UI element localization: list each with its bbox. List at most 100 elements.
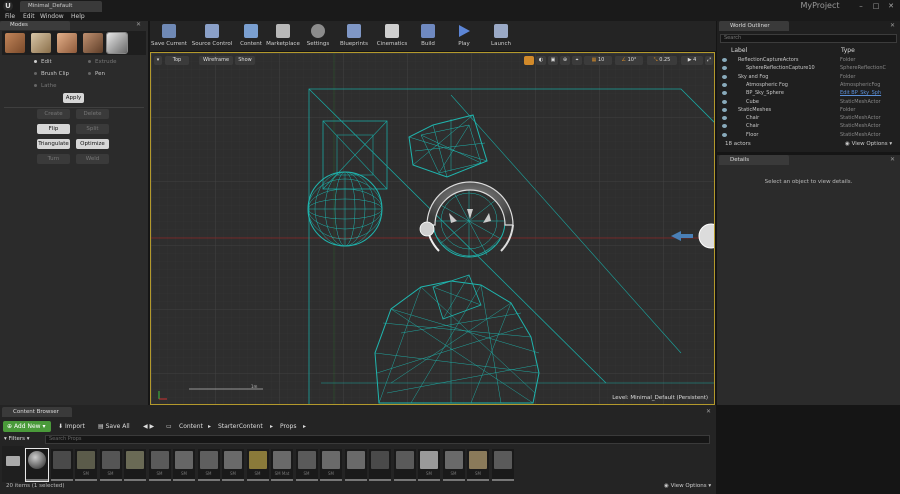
- asset-tile[interactable]: SM: [246, 449, 269, 481]
- menu-window[interactable]: Window: [40, 12, 64, 21]
- asset-search-input[interactable]: Search Props: [45, 435, 710, 444]
- triangulate-button[interactable]: Triangulate: [37, 139, 70, 149]
- asset-tile[interactable]: SM: [148, 449, 171, 481]
- world-outliner-tab[interactable]: World Outliner: [719, 21, 789, 31]
- level-document-tab[interactable]: Minimal_Default: [20, 1, 102, 12]
- world-local-icon[interactable]: ⊕: [560, 56, 570, 65]
- weld-button[interactable]: Weld: [76, 154, 109, 164]
- geometry-mode-icon[interactable]: [106, 32, 128, 54]
- foliage-mode-icon[interactable]: [83, 33, 103, 53]
- rotate-mode-icon[interactable]: ◐: [536, 56, 546, 65]
- asset-tile[interactable]: [50, 449, 73, 481]
- visibility-eye-icon[interactable]: [722, 91, 727, 96]
- filters-button[interactable]: ▾ Filters ▾: [4, 435, 44, 444]
- outliner-row[interactable]: Atmospheric Fog AtmosphericFog: [720, 81, 890, 89]
- outliner-row[interactable]: BP_Sky_Sphere Edit BP_Sky_Sph: [720, 89, 890, 97]
- breadcrumb-starter-content[interactable]: StarterContent: [218, 421, 263, 432]
- source-control-button[interactable]: Source Control: [189, 22, 235, 50]
- outliner-type-column[interactable]: Type: [841, 46, 855, 55]
- mode-option-extrude[interactable]: Extrude: [88, 58, 117, 66]
- optimize-button[interactable]: Optimize: [76, 139, 109, 149]
- actor-type[interactable]: Edit BP_Sky_Sph: [840, 89, 881, 97]
- maximize-button[interactable]: □: [870, 2, 882, 10]
- viewport-type-button[interactable]: Top: [165, 56, 189, 65]
- show-flags-button[interactable]: Show: [235, 56, 255, 65]
- rotation-snap-button[interactable]: ∠ 10°: [615, 56, 643, 65]
- add-new-button[interactable]: ⊕ Add New ▾: [3, 421, 51, 432]
- breadcrumb-props[interactable]: Props: [280, 421, 296, 432]
- outliner-row[interactable]: Cube StaticMeshActor: [720, 98, 890, 106]
- blueprints-button[interactable]: Blueprints: [337, 22, 371, 50]
- scale-snap-button[interactable]: ⤡ 0.25: [647, 56, 677, 65]
- apply-button[interactable]: Apply: [63, 93, 84, 103]
- mode-option-brush-clip[interactable]: Brush Clip: [34, 70, 69, 78]
- split-button[interactable]: Split: [76, 124, 109, 134]
- asset-tile[interactable]: SM: [442, 449, 465, 481]
- details-tab[interactable]: Details: [719, 155, 789, 165]
- outliner-row[interactable]: Sky and Fog Folder: [720, 73, 890, 81]
- save-all-button[interactable]: ▤ Save All: [98, 421, 130, 432]
- save-current-button[interactable]: Save Current: [150, 22, 188, 50]
- asset-tile[interactable]: [25, 448, 49, 482]
- camera-speed-button[interactable]: ▶ 4: [681, 56, 703, 65]
- visibility-eye-icon[interactable]: [722, 66, 727, 71]
- outliner-row[interactable]: Floor StaticMeshActor: [720, 131, 890, 139]
- minimize-button[interactable]: –: [855, 2, 867, 10]
- breadcrumb-content[interactable]: Content: [179, 421, 203, 432]
- visibility-eye-icon[interactable]: [722, 74, 727, 79]
- asset-tile[interactable]: SM: [222, 449, 244, 481]
- outliner-label-column[interactable]: Label: [731, 46, 747, 55]
- asset-tile[interactable]: SM: [197, 449, 220, 481]
- asset-tile[interactable]: SM: [418, 449, 440, 481]
- visibility-eye-icon[interactable]: [722, 99, 727, 104]
- details-close-icon[interactable]: ✕: [890, 156, 895, 163]
- mode-option-lathe[interactable]: Lathe: [34, 82, 56, 90]
- asset-tile[interactable]: [369, 449, 391, 481]
- content-browser-tab[interactable]: Content Browser: [2, 407, 72, 417]
- menu-help[interactable]: Help: [71, 12, 85, 21]
- visibility-eye-icon[interactable]: [722, 82, 727, 87]
- content-button[interactable]: Content: [238, 22, 264, 50]
- mode-option-edit[interactable]: Edit: [34, 58, 52, 66]
- create-button[interactable]: Create: [37, 109, 70, 119]
- view-mode-button[interactable]: Wireframe: [199, 56, 233, 65]
- asset-tile[interactable]: SM: [99, 449, 122, 481]
- content-browser-close-icon[interactable]: ✕: [706, 408, 711, 415]
- outliner-row[interactable]: StaticMeshes Folder: [720, 106, 890, 114]
- import-button[interactable]: ⬇ Import: [58, 421, 85, 432]
- folder-tree-toggle[interactable]: [2, 446, 24, 482]
- outliner-row[interactable]: Chair StaticMeshActor: [720, 122, 890, 130]
- turn-button[interactable]: Turn: [37, 154, 70, 164]
- landscape-mode-icon[interactable]: [57, 33, 77, 53]
- visibility-eye-icon[interactable]: [722, 132, 727, 137]
- mode-option-pen[interactable]: Pen: [88, 70, 105, 78]
- settings-button[interactable]: Settings: [302, 22, 334, 50]
- paint-mode-icon[interactable]: [31, 33, 51, 53]
- asset-tile[interactable]: SM: [173, 449, 195, 481]
- visibility-eye-icon[interactable]: [722, 58, 727, 62]
- menu-edit[interactable]: Edit: [23, 12, 35, 21]
- asset-tile[interactable]: SM Mat: [271, 449, 293, 481]
- visibility-eye-icon[interactable]: [722, 116, 727, 121]
- grid-snap-button[interactable]: ▦ 10: [584, 56, 612, 65]
- asset-tile[interactable]: [393, 449, 416, 481]
- asset-tile[interactable]: SM: [295, 449, 318, 481]
- outliner-row[interactable]: SphereReflectionCapture10 SphereReflectio…: [720, 64, 890, 72]
- level-viewport[interactable]: ▾ Top Wireframe Show ◐ ▣ ⊕ ⌖ ▦ 10 ∠ 10° …: [150, 52, 715, 405]
- delete-button[interactable]: Delete: [76, 109, 109, 119]
- outliner-close-icon[interactable]: ✕: [890, 22, 895, 29]
- content-view-options-button[interactable]: ◉ View Options ▾: [664, 483, 711, 489]
- surface-snap-icon[interactable]: ⌖: [572, 56, 582, 65]
- play-button[interactable]: Play: [450, 22, 478, 50]
- asset-tile[interactable]: SM: [320, 449, 342, 481]
- outliner-view-options-button[interactable]: ◉ View Options ▾: [845, 141, 892, 147]
- outliner-row[interactable]: Chair StaticMeshActor: [720, 114, 890, 122]
- cinematics-button[interactable]: Cinematics: [374, 22, 410, 50]
- outliner-search-input[interactable]: Search: [720, 34, 897, 43]
- viewport-options-dropdown[interactable]: ▾: [154, 56, 162, 65]
- build-button[interactable]: Build: [415, 22, 441, 50]
- asset-tile[interactable]: [344, 449, 367, 481]
- visibility-eye-icon[interactable]: [722, 107, 727, 112]
- asset-tile[interactable]: SM: [467, 449, 489, 481]
- maximize-viewport-icon[interactable]: ⤢: [705, 56, 713, 65]
